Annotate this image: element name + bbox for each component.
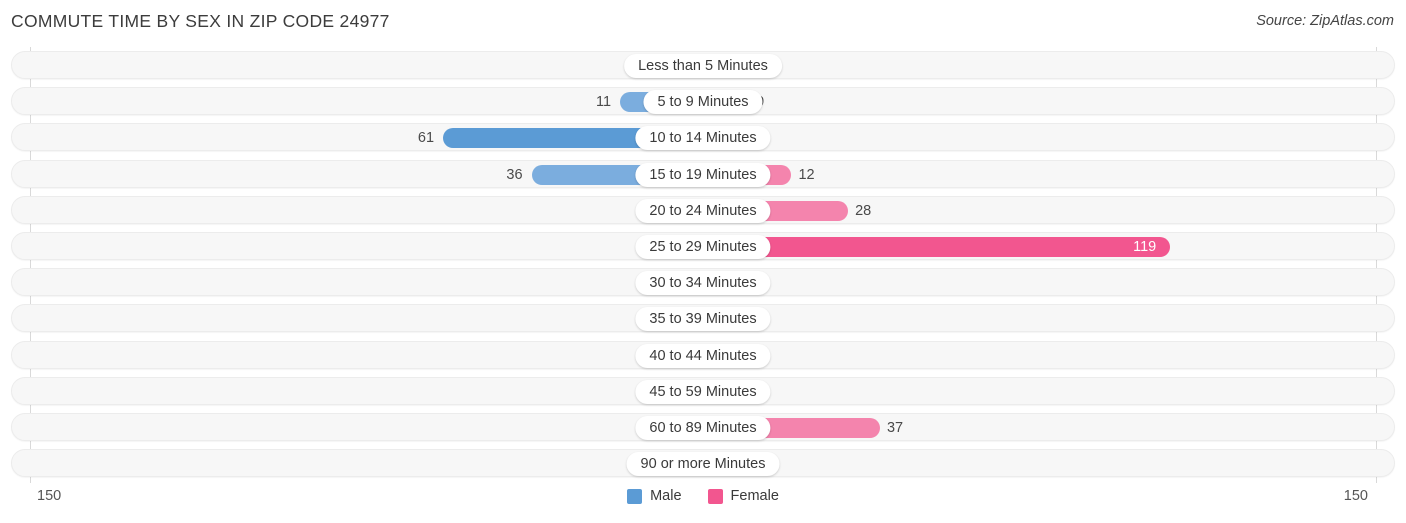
bar-value-female: 119 [1133, 239, 1157, 255]
chart-header: COMMUTE TIME BY SEX IN ZIP CODE 24977 So… [0, 0, 1406, 46]
chart-container: COMMUTE TIME BY SEX IN ZIP CODE 24977 So… [0, 0, 1406, 523]
row-inner: 61010 to 14 Minutes [12, 124, 1394, 151]
row-inner: 0090 or more Minutes [12, 450, 1394, 477]
table-row: 011925 to 29 Minutes [11, 232, 1395, 260]
category-label: 35 to 39 Minutes [635, 307, 771, 332]
bar-value-female: 37 [886, 420, 904, 436]
legend-label: Female [730, 488, 779, 504]
bar-value-female: 28 [855, 202, 872, 219]
row-inner: 0040 to 44 Minutes [12, 342, 1394, 368]
category-label: Less than 5 Minutes [624, 54, 782, 78]
table-row: 00Less than 5 Minutes [11, 51, 1395, 79]
table-row: 02820 to 24 Minutes [11, 195, 1395, 224]
category-label: 90 or more Minutes [626, 452, 780, 477]
bar-value-male: 61 [417, 130, 435, 147]
row-inner: 0045 to 59 Minutes [12, 378, 1394, 404]
category-label: 40 to 44 Minutes [635, 343, 771, 368]
bar-value-female: 12 [798, 166, 815, 183]
table-row: 0045 to 59 Minutes [11, 376, 1395, 405]
bar-value-male: 36 [506, 166, 523, 183]
table-row: 0030 to 34 Minutes [11, 268, 1395, 297]
row-inner: 02820 to 24 Minutes [12, 197, 1394, 223]
row-inner: 1105 to 9 Minutes [12, 88, 1394, 115]
legend-item-female[interactable]: Female [707, 488, 779, 504]
chart-footer: 150 150 Male Female [0, 486, 1406, 516]
table-row: 03760 to 89 Minutes [11, 413, 1395, 441]
category-label: 15 to 19 Minutes [635, 162, 771, 187]
category-label: 45 to 59 Minutes [635, 379, 771, 404]
category-label: 30 to 34 Minutes [635, 271, 771, 296]
category-label: 60 to 89 Minutes [635, 416, 771, 440]
row-inner: 36 12 15 to 19 Minutes [12, 161, 1394, 187]
legend-label: Male [650, 488, 682, 504]
plot-area: 00Less than 5 Minutes 1105 to 9 Minutes 61… [0, 47, 1406, 483]
page-title: COMMUTE TIME BY SEX IN ZIP CODE 24977 [11, 11, 390, 31]
table-row: 1105 to 9 Minutes [11, 87, 1395, 116]
legend-item-male[interactable]: Male [627, 488, 682, 504]
row-inner: 011925 to 29 Minutes [12, 233, 1394, 259]
row-inner: 0035 to 39 Minutes [12, 305, 1394, 332]
legend-swatch-icon [707, 488, 723, 504]
category-label: 10 to 14 Minutes [635, 126, 771, 151]
category-label: 5 to 9 Minutes [643, 90, 763, 115]
table-row: 0040 to 44 Minutes [11, 340, 1395, 369]
table-row: 61010 to 14 Minutes [11, 123, 1395, 152]
row-inner: 03760 to 89 Minutes [12, 414, 1394, 440]
category-label: 20 to 24 Minutes [635, 198, 771, 223]
row-inner: 00Less than 5 Minutes [12, 52, 1394, 78]
legend-swatch-icon [627, 488, 643, 504]
source-attribution: Source: ZipAtlas.com [1256, 13, 1394, 29]
chart-legend: Male Female [0, 488, 1406, 504]
bar-value-male: 11 [596, 94, 612, 111]
table-row: 0090 or more Minutes [11, 449, 1395, 478]
table-row: 36 12 15 to 19 Minutes [11, 159, 1395, 188]
category-label: 25 to 29 Minutes [635, 235, 771, 259]
row-inner: 0030 to 34 Minutes [12, 269, 1394, 296]
table-row: 0035 to 39 Minutes [11, 304, 1395, 333]
